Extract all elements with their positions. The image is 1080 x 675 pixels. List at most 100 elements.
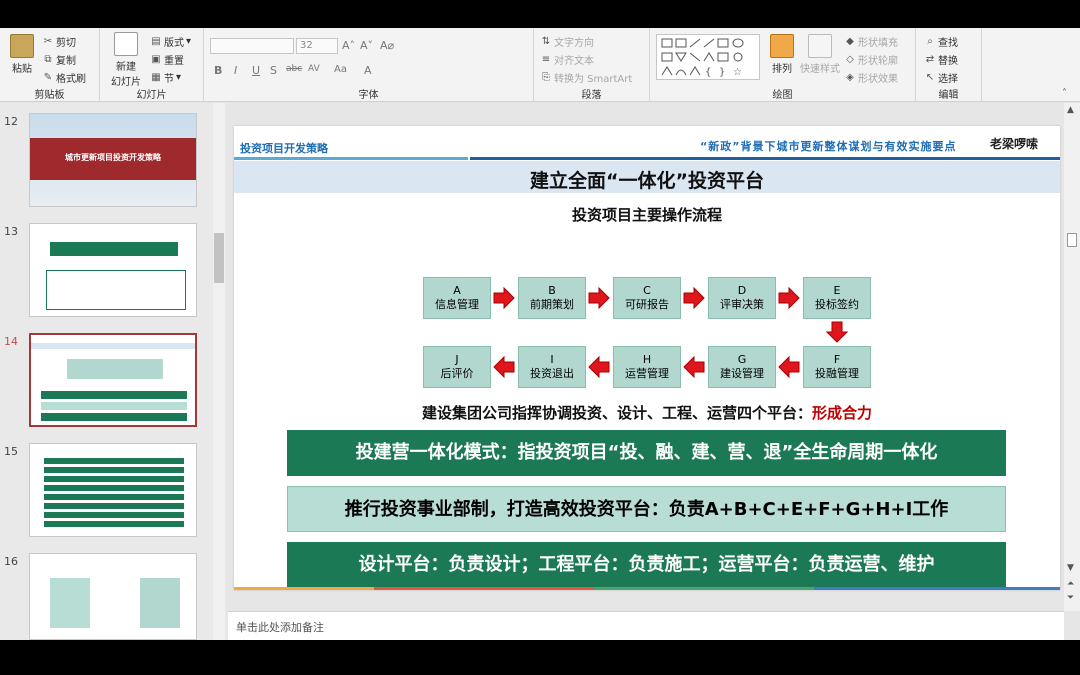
format-painter-button[interactable]: ✎ 格式刷 — [42, 70, 86, 86]
new-slide-button[interactable]: 新建 幻灯片 — [106, 32, 146, 88]
notes-pane[interactable]: 单击此处添加备注 — [228, 611, 1064, 640]
collapse-ribbon-icon[interactable]: ˄ — [1062, 88, 1067, 99]
outline-icon: ◇ — [846, 53, 854, 65]
previous-slide-icon[interactable]: ⏶ — [1067, 579, 1074, 589]
copy-button[interactable]: ⧉ 复制 — [42, 52, 76, 68]
clear-format-icon[interactable]: A⌀ — [380, 39, 394, 52]
font-name-input[interactable] — [210, 38, 294, 54]
smartart-button[interactable]: ⎘ 转换为 SmartArt — [540, 70, 632, 86]
drawing-group-label: 绘图 — [772, 90, 793, 101]
chevron-down-icon: ▾ — [176, 72, 182, 83]
arrow-down-icon — [826, 321, 848, 343]
slides-group-label: 幻灯片 — [136, 90, 167, 101]
layout-icon: ▤ — [151, 35, 161, 47]
paste-icon — [10, 34, 34, 58]
quick-styles-icon — [808, 34, 832, 58]
thumbnail-shape — [41, 402, 187, 410]
clipboard-group-label: 剪贴板 — [34, 90, 65, 101]
text-direction-button[interactable]: ⇅ 文字方向 — [540, 34, 594, 50]
footer-stripe — [374, 587, 594, 590]
thumbnail-slide-15[interactable] — [29, 443, 197, 537]
shadow-icon[interactable]: S — [270, 64, 277, 77]
thumbnail-slide-13[interactable] — [29, 223, 197, 317]
scroll-down-icon[interactable]: ▼ — [1067, 563, 1074, 573]
find-button[interactable]: ⌕ 查找 — [924, 34, 958, 50]
logo: 老梁啰嗦 — [990, 137, 1039, 151]
thumbnail-number: 15 — [4, 445, 18, 458]
step-box-j: J 后评价 — [423, 346, 491, 388]
next-slide-icon[interactable]: ⏷ — [1067, 593, 1074, 603]
paste-button[interactable]: 粘贴 — [6, 34, 38, 75]
quick-styles-button[interactable]: 快速样式 — [800, 34, 840, 75]
select-button[interactable]: ↖ 选择 — [924, 70, 958, 86]
shrink-font-icon[interactable]: A˅ — [360, 39, 373, 52]
slide-scrollbar[interactable]: ▲ ▼ ⏶ ⏷ — [1064, 103, 1080, 611]
bold-icon[interactable]: B — [214, 64, 222, 77]
arrange-icon — [770, 34, 794, 58]
effects-icon: ◈ — [846, 71, 854, 83]
clipboard-group: 粘贴 ✂ 剪切 ⧉ 复制 ✎ 格式刷 剪贴板 — [0, 28, 100, 102]
replace-icon: ⇄ — [925, 53, 935, 65]
underline-icon[interactable]: U — [252, 64, 260, 77]
thumbnail-slide-16[interactable] — [29, 553, 197, 640]
arrow-right-icon — [493, 287, 515, 309]
slide-canvas[interactable]: 投资项目开发策略 “新政”背景下城市更新整体谋划与有效实施要点 老梁啰嗦 建立全… — [234, 126, 1060, 590]
font-color-icon[interactable]: A — [364, 64, 372, 77]
title-band: 建立全面“一体化”投资平台 — [234, 161, 1060, 193]
slides-group: 新建 幻灯片 ▤ 版式 ▾ ▣ 重置 ▦ 节 ▾ 幻灯片 — [100, 28, 204, 102]
section-button[interactable]: ▦ 节 ▾ — [150, 70, 182, 86]
layout-button[interactable]: ▤ 版式 ▾ — [150, 34, 191, 50]
shape-outline-button[interactable]: ◇ 形状轮廓 — [844, 52, 898, 68]
font-size-input[interactable]: 32 — [296, 38, 338, 54]
scissors-icon: ✂ — [43, 35, 53, 47]
step-box-i: I 投资退出 — [518, 346, 586, 388]
thumbnail-shape — [46, 270, 186, 310]
fill-icon: ◆ — [846, 35, 854, 47]
reset-button[interactable]: ▣ 重置 — [150, 52, 184, 68]
copy-icon: ⧉ — [44, 53, 52, 65]
scroll-up-icon[interactable]: ▲ — [1067, 105, 1074, 115]
step-box-f: F 投融管理 — [803, 346, 871, 388]
shapes-gallery[interactable]: {} ☆ — [656, 34, 760, 80]
step-box-d: D 评审决策 — [708, 277, 776, 319]
thumbnail-number: 13 — [4, 225, 18, 238]
arrow-left-icon — [588, 356, 610, 378]
thumbnail-number: 14 — [4, 335, 18, 348]
scrollbar-thumb[interactable] — [214, 233, 224, 283]
paragraph-group-label: 段落 — [581, 90, 602, 101]
italic-icon[interactable]: I — [234, 64, 237, 77]
spacing-icon[interactable]: AV — [308, 64, 320, 74]
cut-button[interactable]: ✂ 剪切 — [42, 34, 76, 50]
header-topic: “新政”背景下城市更新整体谋划与有效实施要点 — [700, 140, 957, 153]
grow-font-icon[interactable]: A˄ — [342, 39, 355, 52]
align-text-icon: ≡ — [541, 53, 551, 65]
powerpoint-window: 粘贴 ✂ 剪切 ⧉ 复制 ✎ 格式刷 剪贴板 新建 幻灯片 ▤ 版式 ▾ ▣ 重置 ▦ 节 ▾ … — [0, 28, 1080, 640]
replace-button[interactable]: ⇄ 替换 — [924, 52, 958, 68]
thumbnail-shape — [50, 578, 90, 628]
thumbnail-number: 16 — [4, 555, 18, 568]
statement-highlight: 形成合力 — [812, 404, 873, 422]
step-box-c: C 可研报告 — [613, 277, 681, 319]
shape-effects-button[interactable]: ◈ 形状效果 — [844, 70, 898, 86]
strikethrough-icon[interactable]: abc — [286, 64, 302, 74]
change-case-icon[interactable]: Aa — [334, 64, 347, 75]
scrollbar-thumb[interactable] — [1067, 233, 1077, 247]
thumbnail-shape — [41, 413, 187, 421]
arrange-button[interactable]: 排列 — [766, 34, 798, 75]
align-text-button[interactable]: ≡ 对齐文本 — [540, 52, 594, 68]
editing-group-label: 编辑 — [938, 90, 959, 101]
footer-stripe — [234, 587, 374, 590]
thumbnail-slide-12[interactable]: 城市更新项目投资开发策略 — [29, 113, 197, 207]
thumbnail-slide-14-selected[interactable] — [29, 333, 197, 427]
thumbnail-pane: 12 城市更新项目投资开发策略 13 14 15 16 — [0, 103, 226, 640]
arrow-right-icon — [588, 287, 610, 309]
search-icon: ⌕ — [927, 35, 933, 47]
arrow-right-icon — [778, 287, 800, 309]
step-box-b: B 前期策划 — [518, 277, 586, 319]
shape-fill-button[interactable]: ◆ 形状填充 — [844, 34, 898, 50]
thumbnail-shape — [31, 343, 195, 349]
thumbnail-number: 12 — [4, 115, 18, 128]
arrow-right-icon — [683, 287, 705, 309]
thumbnail-scrollbar[interactable] — [213, 103, 225, 640]
header-divider — [234, 157, 468, 160]
